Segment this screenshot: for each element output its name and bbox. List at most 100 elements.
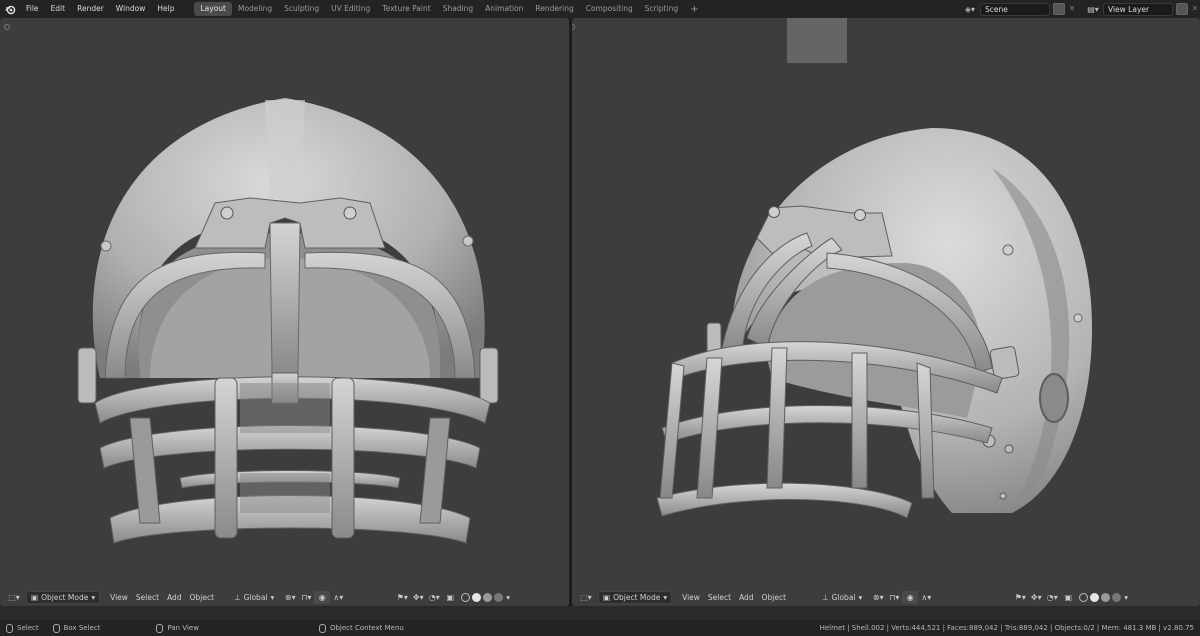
menu-view[interactable]: View [106, 591, 132, 604]
viewport-right[interactable]: ⬚▾ ▣ Object Mode ▾ View Select Add Objec… [572, 18, 1200, 606]
status-context-menu: Object Context Menu [318, 623, 404, 633]
solid-shading-icon[interactable] [1090, 592, 1100, 602]
menu-window[interactable]: Window [110, 0, 152, 18]
tab-compositing[interactable]: Compositing [580, 2, 639, 16]
overlay-icon[interactable]: ◔▾ [426, 591, 442, 604]
object-mode-dropdown[interactable]: ▣ Object Mode ▾ [26, 590, 101, 604]
overlay-icon[interactable]: ◔▾ [1044, 591, 1060, 604]
object-mode-label: Object Mode [41, 592, 89, 602]
viewport-header-left: ⬚▾ ▣ Object Mode ▾ View Select Add Objec… [0, 588, 569, 606]
status-box-select: Box Select [52, 623, 101, 633]
falloff-icon[interactable]: ∧▾ [330, 591, 346, 604]
view-layer-field[interactable]: View Layer [1103, 2, 1173, 16]
status-pan-view-label: Pan View [167, 624, 199, 632]
status-box-select-label: Box Select [63, 624, 101, 632]
proportional-icon[interactable]: ◉ [314, 590, 331, 604]
gizmo-icon[interactable]: ✥▾ [1028, 591, 1044, 604]
tab-modeling[interactable]: Modeling [232, 2, 278, 16]
chevron-down-icon: ▾ [91, 592, 96, 602]
tab-animation[interactable]: Animation [479, 2, 529, 16]
snap-icon[interactable]: ⊓▾ [298, 591, 314, 604]
chevron-down-icon: ▾ [858, 592, 863, 602]
orientation-label: Global [243, 592, 268, 602]
object-mode-dropdown[interactable]: ▣ Object Mode ▾ [598, 590, 673, 604]
chevron-down-icon[interactable]: ▾ [506, 593, 510, 602]
wireframe-shading-icon[interactable] [1079, 592, 1089, 602]
viewport-left[interactable]: ⬚▾ ▣ Object Mode ▾ View Select Add Objec… [0, 18, 569, 606]
menu-render[interactable]: Render [71, 0, 110, 18]
scene-icon[interactable]: ◈▾ [960, 2, 980, 16]
menu-object[interactable]: Object [186, 591, 218, 604]
orientation-icon: ⊥ [822, 592, 829, 602]
object-mode-label: Object Mode [613, 592, 661, 602]
view-layer-icon[interactable]: ▤▾ [1083, 2, 1103, 16]
status-select-label: Select [17, 624, 39, 632]
wireframe-shading-icon[interactable] [461, 592, 471, 602]
tab-layout[interactable]: Layout [194, 2, 232, 16]
editor-type-icon[interactable]: ⬚▾ [6, 591, 22, 604]
falloff-icon[interactable]: ∧▾ [918, 591, 934, 604]
tab-sculpting[interactable]: Sculpting [278, 2, 325, 16]
menu-edit[interactable]: Edit [45, 0, 72, 18]
remove-view-layer-icon[interactable]: ✕ [1190, 3, 1200, 15]
orientation-icon: ⊥ [234, 592, 241, 602]
add-workspace-button[interactable]: + [684, 4, 704, 15]
scene-statistics: Helmet | Shell.002 | Verts:444,521 | Fac… [819, 624, 1194, 632]
solid-shading-icon[interactable] [472, 592, 482, 602]
gizmo-icon[interactable]: ✥▾ [410, 591, 426, 604]
chevron-down-icon: ▾ [663, 592, 668, 602]
rendered-shading-icon[interactable] [1112, 592, 1122, 602]
menu-view[interactable]: View [678, 591, 704, 604]
transform-orientation-dropdown[interactable]: ⊥ Global ▾ [818, 591, 866, 604]
chevron-down-icon: ▾ [270, 592, 275, 602]
rendered-shading-icon[interactable] [494, 592, 504, 602]
scene-name-field[interactable]: Scene [980, 2, 1050, 16]
tab-scripting[interactable]: Scripting [639, 2, 684, 16]
mouse-middle-icon [156, 623, 164, 633]
menu-add[interactable]: Add [735, 591, 758, 604]
transform-orientation-dropdown[interactable]: ⊥ Global ▾ [230, 591, 278, 604]
chevron-down-icon[interactable]: ▾ [1124, 593, 1128, 602]
visibility-icon[interactable]: ⚑▾ [394, 591, 410, 604]
remove-scene-icon[interactable]: ✕ [1067, 3, 1077, 15]
tab-rendering[interactable]: Rendering [529, 2, 579, 16]
tab-texture-paint[interactable]: Texture Paint [376, 2, 436, 16]
helmet-angle-render [656, 18, 1092, 519]
orientation-label: Global [831, 592, 856, 602]
material-shading-icon[interactable] [483, 592, 493, 602]
menu-file[interactable]: File [20, 0, 45, 18]
pivot-icon[interactable]: ⊗▾ [282, 591, 298, 604]
workspace-tabs: Layout Modeling Sculpting UV Editing Tex… [194, 0, 704, 18]
viewport-header-right: ⬚▾ ▣ Object Mode ▾ View Select Add Objec… [572, 588, 1200, 606]
editor-type-icon[interactable]: ⬚▾ [578, 591, 594, 604]
menu-select[interactable]: Select [132, 591, 163, 604]
xray-icon[interactable]: ▣ [442, 591, 458, 604]
helmet-front-render [77, 98, 499, 544]
status-select: Select [6, 623, 39, 633]
object-mode-icon: ▣ [31, 592, 39, 602]
status-pan-view: Pan View [156, 623, 199, 633]
mouse-right-icon [318, 623, 326, 633]
xray-icon[interactable]: ▣ [1060, 591, 1076, 604]
tab-uv-editing[interactable]: UV Editing [325, 2, 376, 16]
proportional-icon[interactable]: ◉ [902, 590, 919, 604]
menu-object[interactable]: Object [758, 591, 790, 604]
status-context-menu-label: Object Context Menu [329, 624, 404, 632]
shading-buttons: ▾ [1078, 592, 1128, 602]
object-mode-icon: ▣ [603, 592, 611, 602]
blender-logo-icon[interactable] [0, 0, 20, 18]
menu-add[interactable]: Add [163, 591, 186, 604]
menu-help[interactable]: Help [151, 0, 180, 18]
shading-buttons: ▾ [460, 592, 510, 602]
material-shading-icon[interactable] [1101, 592, 1111, 602]
new-scene-button[interactable] [1053, 3, 1065, 15]
new-view-layer-button[interactable] [1176, 3, 1188, 15]
visibility-icon[interactable]: ⚑▾ [1012, 591, 1028, 604]
pivot-icon[interactable]: ⊗▾ [870, 591, 886, 604]
menu-select[interactable]: Select [704, 591, 735, 604]
snap-icon[interactable]: ⊓▾ [886, 591, 902, 604]
mouse-drag-icon [52, 623, 60, 633]
tab-shading[interactable]: Shading [437, 2, 479, 16]
status-bar: Select Box Select Pan View Object Contex… [0, 620, 1200, 636]
top-bar: File Edit Render Window Help Layout Mode… [0, 0, 1200, 18]
